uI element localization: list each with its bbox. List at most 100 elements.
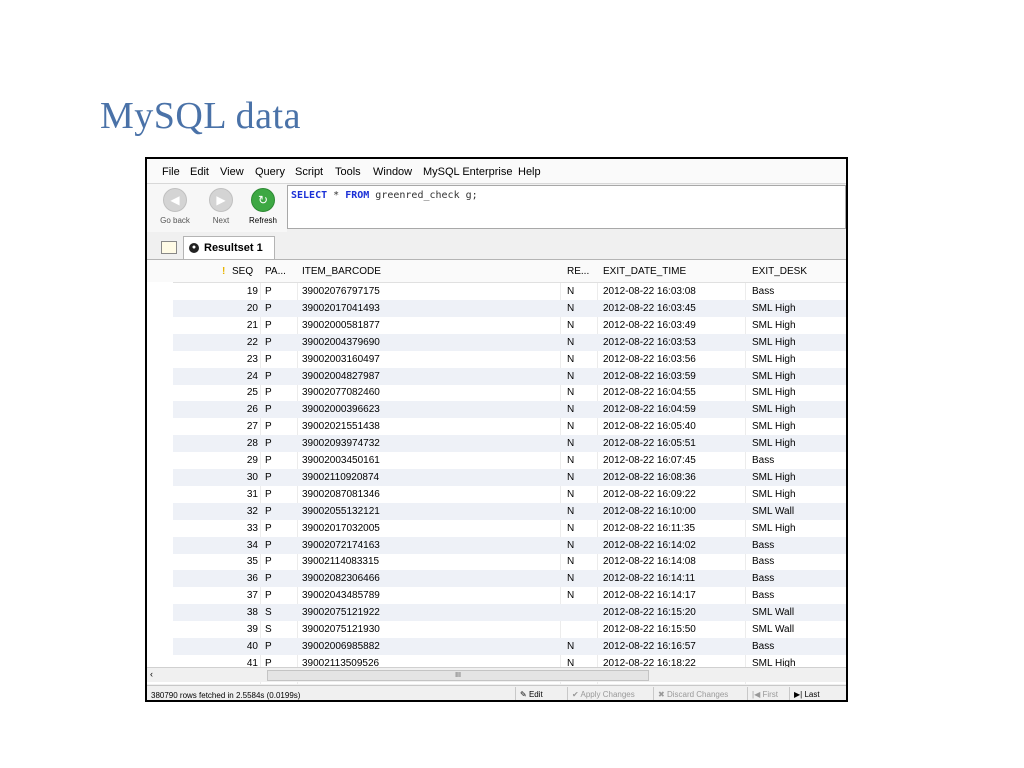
cell-exit-date-time: 2012-08-22 16:08:36 (603, 471, 696, 483)
first-button[interactable]: |◀ First (747, 687, 789, 700)
cell-exit-desk: Bass (752, 640, 775, 652)
column-header-item-barcode[interactable]: ITEM_BARCODE (302, 266, 381, 277)
cell-exit-date-time: 2012-08-22 16:03:59 (603, 370, 696, 382)
table-row[interactable]: 28 P 39002093974732 N 2012-08-22 16:05:51 SML… (147, 435, 846, 453)
table-row[interactable]: 35 P 39002114083315 N 2012-08-22 16:14:08 Bas… (147, 553, 846, 570)
cell-item-barcode: 39002114083315 (302, 556, 380, 568)
table-row[interactable]: 33 P 39002017032005 N 2012-08-22 16:11:35 SML… (147, 520, 846, 537)
tab-strip: ● Resultset 1 (147, 233, 846, 260)
menu-tools[interactable]: Tools (335, 166, 361, 178)
cell-seq: 20 (246, 302, 258, 314)
new-tab-icon[interactable] (161, 241, 177, 254)
cell-pa: S (265, 624, 272, 635)
horizontal-scrollbar[interactable]: ‹ III (147, 667, 846, 682)
cell-re: N (567, 387, 575, 399)
menu-query[interactable]: Query (255, 166, 285, 178)
cell-item-barcode: 39002000396623 (302, 404, 380, 416)
table-row[interactable]: 27 P 39002021551438 N 2012-08-22 16:05:40 SML… (147, 418, 846, 435)
cell-exit-date-time: 2012-08-22 16:14:08 (603, 556, 696, 568)
table-row[interactable]: 26 P 39002000396623 N 2012-08-22 16:04:59 SML… (147, 401, 846, 419)
column-header-exit-date-time[interactable]: EXIT_DATE_TIME (603, 266, 686, 277)
cell-exit-desk: SML High (752, 488, 796, 500)
cell-exit-desk: Bass (752, 539, 775, 551)
cell-re: N (567, 505, 575, 517)
scrollbar-thumb[interactable]: III (267, 670, 649, 681)
next-button[interactable]: ▶ Next (197, 188, 245, 225)
menu-help[interactable]: Help (518, 166, 541, 178)
table-row[interactable]: 20 P 39002017041493 N 2012-08-22 16:03:45 SML… (147, 299, 846, 317)
cell-pa: P (265, 505, 272, 517)
back-arrow-icon: ◀ (163, 188, 187, 212)
cell-pa: P (265, 455, 272, 466)
cell-exit-date-time: 2012-08-22 16:03:45 (603, 302, 696, 314)
cell-re: N (567, 539, 575, 551)
column-header-exit-desk[interactable]: EXIT_DESK (752, 266, 807, 277)
query-browser-window: File Edit View Query Script Tools Window… (145, 157, 848, 702)
table-row[interactable]: 25 P 39002077082460 N 2012-08-22 16:04:55 SML… (147, 384, 846, 401)
table-row[interactable]: 32 P 39002055132121 N 2012-08-22 16:10:00 SML… (147, 502, 846, 520)
cell-exit-desk: Bass (752, 556, 775, 568)
cell-pa: P (265, 387, 272, 399)
cell-re: N (567, 590, 575, 602)
table-row[interactable]: 19 P 39002076797175 N 2012-08-22 16:03:08 Bas… (147, 283, 846, 300)
last-button[interactable]: ▶| Last (789, 687, 839, 700)
cell-seq: 19 (246, 286, 258, 297)
apply-changes-button[interactable]: ✔ Apply Changes (567, 687, 653, 700)
cell-item-barcode: 39002076797175 (302, 286, 380, 297)
cell-item-barcode: 39002003160497 (302, 353, 380, 365)
cell-exit-date-time: 2012-08-22 16:15:20 (603, 607, 696, 619)
cell-seq: 32 (246, 505, 258, 517)
cell-seq: 33 (246, 522, 258, 534)
table-row[interactable]: 30 P 39002110920874 N 2012-08-22 16:08:36 SML… (147, 468, 846, 486)
column-header-seq[interactable]: SEQ (232, 266, 253, 277)
cell-seq: 38 (246, 607, 258, 619)
refresh-button[interactable]: ↻ Refresh (239, 188, 287, 225)
cell-exit-date-time: 2012-08-22 16:09:22 (603, 488, 696, 500)
table-row[interactable]: 24 P 39002004827987 N 2012-08-22 16:03:59 SML… (147, 367, 846, 385)
cell-exit-desk: SML High (752, 319, 796, 331)
table-row[interactable]: 29 P 39002003450161 N 2012-08-22 16:07:45 Bas… (147, 452, 846, 469)
cell-item-barcode: 39002075121922 (302, 607, 380, 619)
table-row[interactable]: 37 P 39002043485789 N 2012-08-22 16:14:17 Bas… (147, 587, 846, 604)
cell-item-barcode: 39002072174163 (302, 539, 380, 551)
table-row[interactable]: 31 P 39002087081346 N 2012-08-22 16:09:22 SML… (147, 486, 846, 503)
sql-query-editor[interactable]: SELECT * FROM greenred_check g; (287, 185, 846, 229)
table-row[interactable]: 36 P 39002082306466 N 2012-08-22 16:14:11 Bas… (147, 570, 846, 588)
cell-item-barcode: 39002043485789 (302, 590, 380, 602)
cell-exit-date-time: 2012-08-22 16:03:56 (603, 353, 696, 365)
table-row[interactable]: 21 P 39002000581877 N 2012-08-22 16:03:49 SML… (147, 317, 846, 334)
cell-seq: 22 (246, 336, 258, 348)
table-row[interactable]: 22 P 39002004379690 N 2012-08-22 16:03:53 SML… (147, 333, 846, 351)
tab-resultset-1[interactable]: ● Resultset 1 (183, 236, 275, 259)
menu-window[interactable]: Window (373, 166, 412, 178)
table-row[interactable]: 40 P 39002006985882 N 2012-08-22 16:16:57 Bas… (147, 637, 846, 655)
cell-re: N (567, 286, 575, 297)
scroll-left-icon[interactable]: ‹ (150, 669, 153, 679)
column-header-pa[interactable]: PA... (265, 266, 286, 277)
table-row[interactable]: 34 P 39002072174163 N 2012-08-22 16:14:02 Bas… (147, 536, 846, 554)
cell-pa: P (265, 336, 272, 348)
cell-exit-desk: SML High (752, 522, 796, 534)
cell-item-barcode: 39002004827987 (302, 370, 380, 382)
cell-re: N (567, 336, 575, 348)
column-header-re[interactable]: RE... (567, 266, 589, 277)
cell-seq: 21 (246, 319, 258, 331)
cell-exit-date-time: 2012-08-22 16:03:53 (603, 336, 696, 348)
cell-item-barcode: 39002006985882 (302, 640, 380, 652)
cell-pa: P (265, 573, 272, 585)
table-row[interactable]: 39 S 39002075121930 2012-08-22 16:15:50 SML … (147, 621, 846, 638)
menu-view[interactable]: View (220, 166, 244, 178)
cell-exit-desk: SML High (752, 353, 796, 365)
menu-edit[interactable]: Edit (190, 166, 209, 178)
menu-script[interactable]: Script (295, 166, 323, 178)
table-row[interactable]: 38 S 39002075121922 2012-08-22 16:15:20 SML … (147, 604, 846, 622)
discard-changes-button[interactable]: ✖ Discard Changes (653, 687, 741, 700)
menu-file[interactable]: File (162, 166, 180, 178)
go-back-button[interactable]: ◀ Go back (151, 188, 199, 225)
cell-pa: P (265, 353, 272, 365)
menu-mysql-enterprise[interactable]: MySQL Enterprise (423, 166, 512, 178)
table-row[interactable]: 23 P 39002003160497 N 2012-08-22 16:03:56 SML… (147, 351, 846, 368)
cell-pa: P (265, 302, 272, 314)
cell-item-barcode: 39002077082460 (302, 387, 380, 399)
edit-button[interactable]: ✎ Edit (515, 687, 567, 700)
